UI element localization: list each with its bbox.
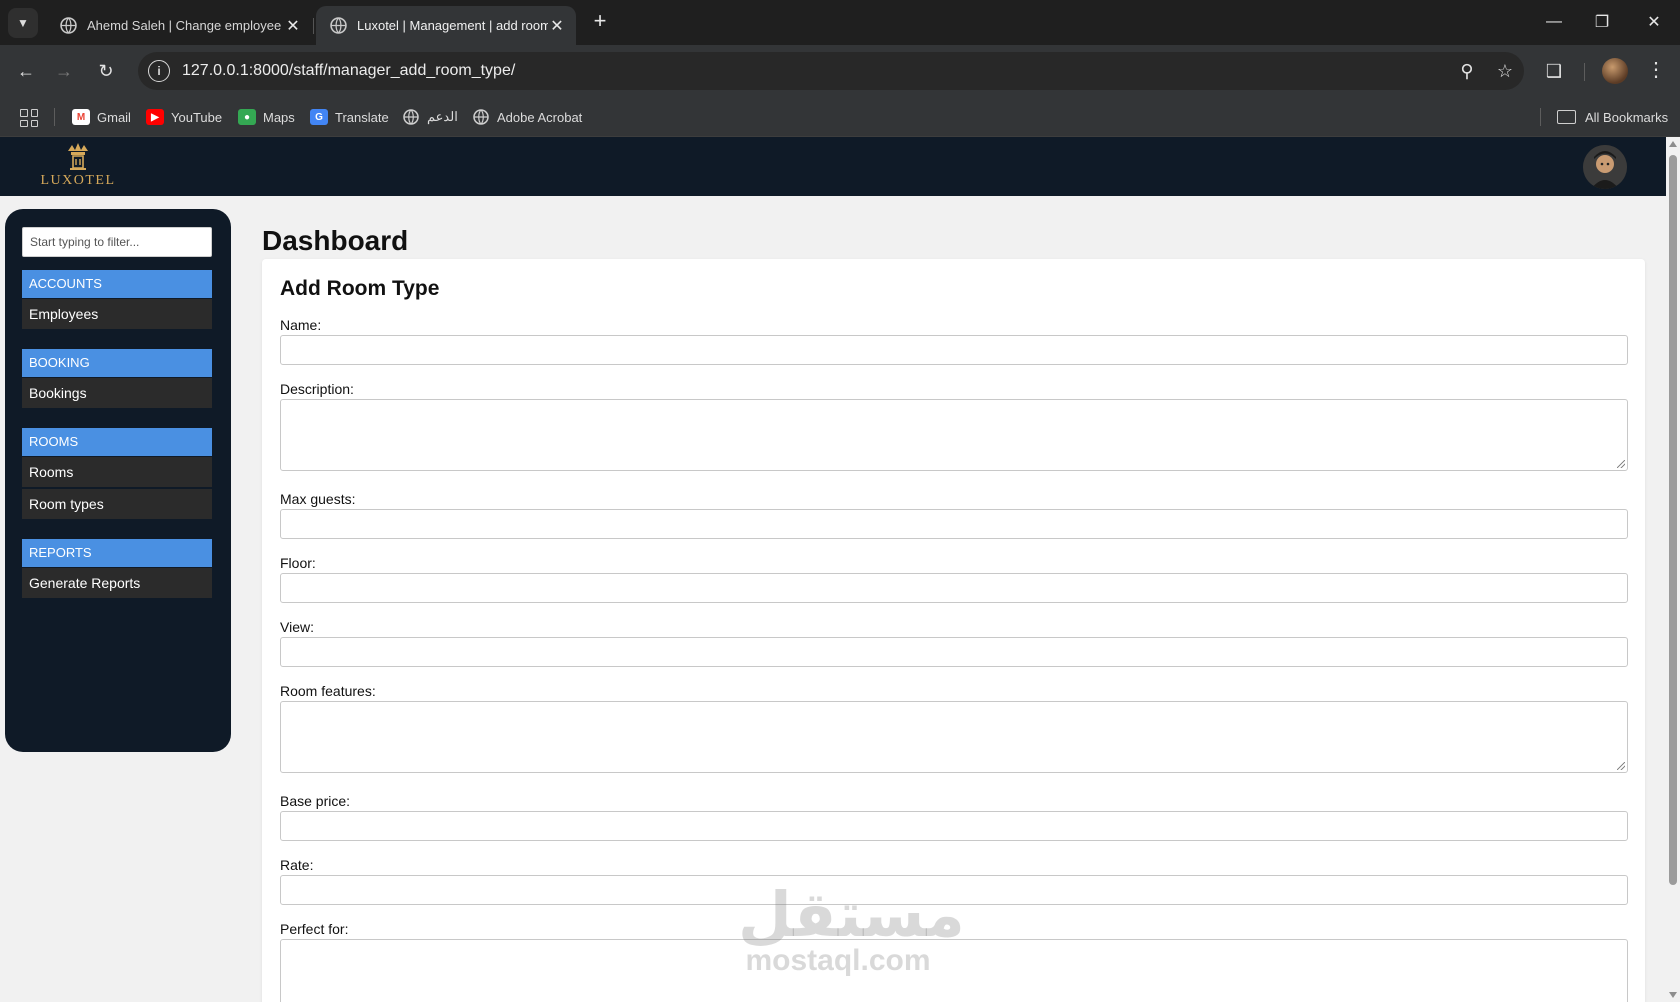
tab-separator (313, 18, 314, 34)
name-input[interactable] (280, 335, 1628, 365)
bookmark-adobe-acrobat[interactable]: Adobe Acrobat (472, 107, 582, 127)
sidebar-section-booking[interactable]: BOOKING (22, 349, 212, 377)
page-title: Dashboard (262, 225, 409, 256)
url-text[interactable]: 127.0.0.1:8000/staff/manager_add_room_ty… (182, 62, 1448, 80)
view-label: View: (280, 619, 314, 635)
bookmark-gmail[interactable]: M Gmail (72, 107, 131, 127)
luxotel-logo[interactable]: LUXOTEL (38, 139, 118, 195)
sidebar-item-employees[interactable]: Employees (22, 299, 212, 329)
browser-tab-inactive[interactable]: Ahemd Saleh | Change employee ✕ (46, 6, 312, 45)
room-features-label: Room features: (280, 683, 376, 699)
globe-icon (330, 17, 347, 34)
view-input[interactable] (280, 637, 1628, 667)
site-info-icon[interactable]: i (148, 60, 170, 82)
bookmarks-bar: M Gmail ▶ YouTube ● Maps G Translate الد… (0, 97, 1680, 137)
watermark: مستقل mostaql.com (738, 878, 965, 977)
globe-icon (473, 109, 489, 125)
description-textarea[interactable] (280, 399, 1628, 471)
description-label: Description: (280, 381, 354, 397)
resize-grip-icon[interactable] (1617, 762, 1625, 770)
name-label: Name: (280, 317, 322, 333)
resize-grip-icon[interactable] (1617, 460, 1625, 468)
browser-tab-active[interactable]: Luxotel | Management | add room ✕ (316, 6, 576, 45)
profile-avatar[interactable] (1602, 58, 1628, 84)
floor-input[interactable] (280, 573, 1628, 603)
user-avatar[interactable] (1583, 145, 1627, 189)
floor-label: Floor: (280, 555, 316, 571)
sidebar-section-accounts[interactable]: ACCOUNTS (22, 270, 212, 298)
avatar-icon (1583, 145, 1627, 189)
back-arrow-icon[interactable]: ← (12, 57, 40, 85)
form-title: Add Room Type (280, 277, 440, 300)
sidebar-item-bookings[interactable]: Bookings (22, 378, 212, 408)
bookmark-label: الدعم (427, 109, 458, 124)
chevron-down-icon: ▼ (17, 16, 29, 30)
tab-title: Ahemd Saleh | Change employee (87, 18, 282, 33)
all-bookmarks-button[interactable]: All Bookmarks (1557, 107, 1668, 127)
address-bar[interactable]: i 127.0.0.1:8000/staff/manager_add_room_… (138, 52, 1524, 90)
watermark-arabic: مستقل (738, 878, 965, 951)
sidebar-section-rooms[interactable]: ROOMS (22, 428, 212, 456)
globe-icon (403, 109, 419, 125)
rate-label: Rate: (280, 857, 314, 873)
bookmark-label: Maps (263, 109, 295, 125)
crown-logo-icon (68, 143, 88, 170)
gmail-icon: M (72, 109, 90, 125)
new-tab-button[interactable]: + (588, 10, 612, 34)
toolbar-separator (1584, 63, 1585, 81)
sidebar-item-room-types[interactable]: Room types (22, 489, 212, 519)
apps-grid-icon[interactable] (20, 109, 38, 127)
translate-icon: G (310, 109, 328, 125)
page-scrollbar[interactable] (1666, 137, 1680, 1002)
globe-icon (60, 17, 77, 34)
base-price-input[interactable] (280, 811, 1628, 841)
forward-arrow-icon[interactable]: → (50, 57, 78, 85)
watermark-latin: mostaql.com (745, 944, 931, 977)
browser-tab-bar: ▼ Ahemd Saleh | Change employee ✕ Luxote… (0, 0, 1680, 45)
sidebar: ACCOUNTS Employees BOOKING Bookings ROOM… (5, 209, 231, 752)
bookmark-label: YouTube (171, 109, 223, 125)
all-bookmarks-label: All Bookmarks (1585, 109, 1669, 125)
restore-button[interactable]: ❐ (1582, 8, 1622, 36)
max-guests-input[interactable] (280, 509, 1628, 539)
sidebar-section-reports[interactable]: REPORTS (22, 539, 212, 567)
zoom-icon[interactable]: ⚲ (1448, 52, 1486, 90)
bookmark-translate[interactable]: G Translate (310, 107, 389, 127)
tab-title: Luxotel | Management | add room (357, 18, 548, 33)
bookmark-label: Gmail (97, 109, 131, 125)
logo-text: LUXOTEL (40, 173, 116, 188)
room-features-textarea[interactable] (280, 701, 1628, 773)
tab-close-icon[interactable]: ✕ (284, 16, 302, 36)
scroll-thumb[interactable] (1669, 155, 1677, 885)
perfect-for-label: Perfect for: (280, 921, 349, 937)
bookmark-star-icon[interactable]: ☆ (1486, 52, 1524, 90)
sidebar-filter-input[interactable] (22, 227, 212, 257)
page-viewport: LUXOTEL ACCOUNTS Employees BOOKING Booki… (0, 137, 1666, 1002)
maps-icon: ● (238, 109, 256, 125)
tab-search-button[interactable]: ▼ (8, 8, 38, 38)
window-close-button[interactable]: ✕ (1634, 8, 1674, 36)
tab-close-icon[interactable]: ✕ (548, 16, 566, 36)
browser-toolbar: ← → ↻ i 127.0.0.1:8000/staff/manager_add… (0, 45, 1680, 97)
more-menu-icon[interactable]: ⋮ (1644, 57, 1668, 85)
folder-icon (1557, 110, 1576, 124)
scroll-down-arrow-icon[interactable] (1669, 992, 1677, 998)
bookmark-separator (54, 108, 55, 126)
bookmark-youtube[interactable]: ▶ YouTube (146, 107, 222, 127)
extensions-icon[interactable]: ❑ (1540, 57, 1568, 85)
sidebar-item-generate-reports[interactable]: Generate Reports (22, 568, 212, 598)
base-price-label: Base price: (280, 793, 351, 809)
bookmark-support[interactable]: الدعم (402, 107, 458, 127)
youtube-icon: ▶ (146, 109, 164, 125)
bookmark-label: Adobe Acrobat (497, 109, 583, 125)
bookmark-separator (1540, 108, 1541, 126)
minimize-button[interactable]: — (1534, 8, 1574, 36)
scroll-up-arrow-icon[interactable] (1669, 141, 1677, 147)
reload-icon[interactable]: ↻ (92, 57, 120, 85)
bookmark-label: Translate (335, 109, 389, 125)
bookmark-maps[interactable]: ● Maps (238, 107, 295, 127)
site-header: LUXOTEL (0, 137, 1666, 196)
sidebar-item-rooms[interactable]: Rooms (22, 457, 212, 487)
max-guests-label: Max guests: (280, 491, 356, 507)
